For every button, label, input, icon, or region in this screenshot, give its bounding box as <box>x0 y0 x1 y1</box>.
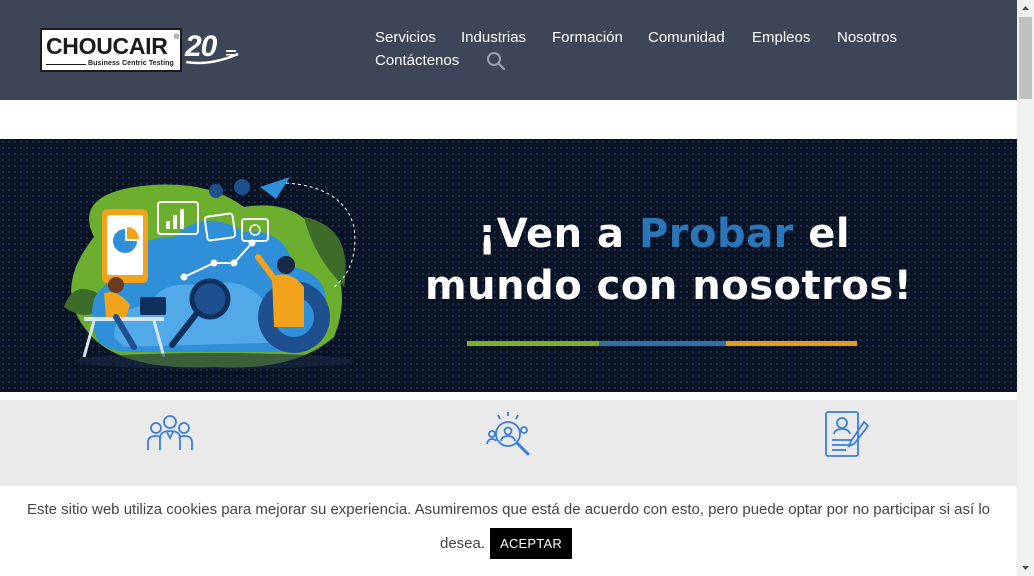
choucair-logo[interactable]: CHOUCAIR ® Business Centric Testing 20 <box>40 28 240 74</box>
page: CHOUCAIR ® Business Centric Testing 20 S… <box>0 0 1034 576</box>
headline-line-1: ¡Ven a Probar el <box>478 211 850 257</box>
team-icon <box>147 415 193 450</box>
nav-item-comunidad[interactable]: Comunidad <box>648 29 725 46</box>
nav-item-nosotros[interactable]: Nosotros <box>837 29 897 46</box>
logo-tagline-rule <box>46 64 86 65</box>
nav-item-contactenos[interactable]: Contáctenos <box>375 52 459 69</box>
cookie-text: Este sitio web utiliza cookies para mejo… <box>26 501 991 518</box>
vertical-scrollbar[interactable] <box>1017 0 1034 576</box>
nav-item-servicios[interactable]: Servicios <box>375 29 436 46</box>
testing-illustration-icon <box>64 177 356 369</box>
hero-banner: ¡Ven a Probar el mundo con nosotros! <box>0 139 1017 392</box>
banner-bar-green <box>467 341 599 346</box>
scrollbar-thumb[interactable] <box>1019 17 1032 99</box>
banner-bar-orange <box>726 341 857 346</box>
resume-document-icon <box>825 411 870 457</box>
nav-item-industrias[interactable]: Industrias <box>461 29 526 46</box>
nav-item-empleos[interactable]: Empleos <box>752 29 810 46</box>
search-icon[interactable] <box>486 51 506 71</box>
logo-box: CHOUCAIR ® Business Centric Testing <box>40 28 182 72</box>
scroll-up-arrow-icon[interactable] <box>1017 0 1034 17</box>
headline-line-2: mundo con nosotros! <box>425 263 913 309</box>
logo-swoosh-icon <box>185 50 239 65</box>
site-header: CHOUCAIR ® Business Centric Testing 20 S… <box>0 0 1017 100</box>
logo-brand-text: CHOUCAIR <box>46 33 168 60</box>
cookie-text-end: desea. <box>440 535 486 552</box>
headline-accent-word: Probar <box>638 211 794 257</box>
banner-bar-blue <box>599 341 726 346</box>
logo-registered-mark: ® <box>174 34 180 41</box>
accept-cookies-button[interactable]: ACEPTAR <box>490 528 572 559</box>
nav-item-formacion[interactable]: Formación <box>552 29 623 46</box>
headline-post: el <box>793 211 851 257</box>
scroll-down-arrow-icon[interactable] <box>1017 559 1034 576</box>
cookie-notice: Este sitio web utiliza cookies para mejo… <box>0 486 1017 576</box>
features-section <box>0 400 1017 490</box>
logo-tagline: Business Centric Testing <box>88 60 174 67</box>
headline-pre: ¡Ven a <box>478 211 639 257</box>
people-search-icon <box>486 412 530 456</box>
